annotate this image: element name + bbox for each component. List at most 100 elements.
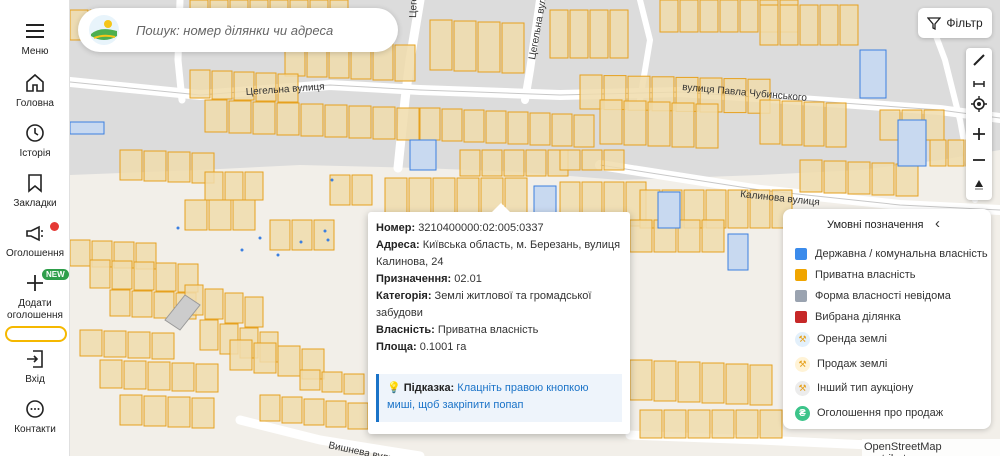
parcel[interactable] bbox=[191, 397, 215, 429]
parcel[interactable] bbox=[839, 4, 859, 46]
parcel[interactable] bbox=[735, 409, 759, 439]
parcel[interactable] bbox=[749, 364, 773, 406]
parcel[interactable] bbox=[276, 102, 300, 136]
parcel[interactable] bbox=[819, 4, 839, 46]
promo-pill[interactable] bbox=[5, 326, 67, 342]
parcel[interactable] bbox=[579, 74, 603, 110]
parcel[interactable] bbox=[79, 329, 103, 357]
parcel[interactable] bbox=[929, 139, 947, 167]
sidebar-item-history[interactable]: Історія bbox=[0, 122, 70, 160]
parcel[interactable] bbox=[99, 359, 123, 389]
locate-button[interactable] bbox=[966, 92, 992, 116]
parcel[interactable] bbox=[119, 149, 143, 181]
parcel[interactable] bbox=[441, 108, 463, 142]
parcel[interactable] bbox=[396, 107, 420, 141]
parcel[interactable] bbox=[372, 106, 396, 140]
parcel[interactable] bbox=[581, 149, 603, 171]
parcel[interactable] bbox=[351, 174, 373, 206]
parcel[interactable] bbox=[300, 103, 324, 137]
parcel[interactable] bbox=[573, 114, 595, 148]
parcel[interactable] bbox=[623, 100, 647, 146]
parcel[interactable] bbox=[529, 112, 551, 146]
parcel[interactable] bbox=[291, 219, 313, 251]
parcel[interactable] bbox=[171, 362, 195, 392]
parcel[interactable] bbox=[244, 296, 264, 328]
parcel[interactable] bbox=[229, 339, 253, 371]
parcel[interactable] bbox=[429, 19, 453, 71]
parcel[interactable] bbox=[127, 331, 151, 359]
parcel[interactable] bbox=[151, 332, 175, 360]
parcel[interactable] bbox=[244, 171, 264, 201]
parcel[interactable] bbox=[281, 396, 303, 424]
chevron-left-icon[interactable]: ‹ bbox=[935, 215, 940, 232]
parcel[interactable] bbox=[677, 361, 701, 403]
sidebar-item-menu[interactable]: Меню bbox=[0, 20, 70, 58]
parcel[interactable] bbox=[199, 319, 219, 351]
parcel[interactable] bbox=[639, 409, 663, 439]
parcel[interactable] bbox=[507, 111, 529, 145]
parcel[interactable] bbox=[781, 100, 803, 146]
parcel[interactable] bbox=[647, 101, 671, 147]
parcel[interactable] bbox=[419, 107, 441, 141]
parcel[interactable] bbox=[347, 402, 369, 430]
parcel[interactable] bbox=[324, 104, 348, 138]
parcel[interactable] bbox=[384, 177, 408, 215]
parcel[interactable] bbox=[224, 292, 244, 324]
parcel[interactable] bbox=[803, 101, 825, 147]
parcel[interactable] bbox=[453, 20, 477, 72]
parcel[interactable] bbox=[663, 409, 687, 439]
parcel[interactable] bbox=[408, 177, 432, 215]
parcel[interactable] bbox=[525, 149, 547, 177]
sidebar-item-home[interactable]: Головна bbox=[0, 72, 70, 110]
parcel[interactable] bbox=[232, 199, 256, 231]
parcel[interactable] bbox=[503, 149, 525, 177]
parcel[interactable] bbox=[321, 371, 343, 393]
parcel[interactable] bbox=[825, 102, 847, 148]
parcel[interactable] bbox=[759, 99, 781, 145]
parcel[interactable] bbox=[224, 171, 244, 201]
parcel[interactable] bbox=[481, 149, 503, 177]
parcel[interactable] bbox=[131, 290, 153, 318]
parcel[interactable] bbox=[559, 149, 581, 171]
parcel[interactable] bbox=[671, 102, 695, 148]
parcel[interactable] bbox=[204, 171, 224, 201]
parcel[interactable] bbox=[847, 161, 871, 195]
sidebar-item-login[interactable]: Вхід bbox=[0, 348, 70, 386]
parcel[interactable] bbox=[687, 409, 711, 439]
parcel[interactable] bbox=[653, 360, 677, 402]
parcel[interactable] bbox=[167, 396, 191, 428]
parcel[interactable] bbox=[109, 289, 131, 317]
parcel[interactable] bbox=[189, 69, 211, 99]
parcel[interactable] bbox=[208, 199, 232, 231]
parcel[interactable] bbox=[947, 139, 965, 167]
parcel[interactable] bbox=[432, 177, 456, 215]
compass-button[interactable] bbox=[966, 174, 992, 198]
parcel[interactable] bbox=[759, 4, 779, 46]
parcel[interactable] bbox=[739, 0, 759, 33]
sidebar-item-ads[interactable]: Оголошення bbox=[0, 222, 70, 260]
parcel[interactable] bbox=[325, 400, 347, 428]
parcel[interactable] bbox=[799, 159, 823, 193]
parcel[interactable] bbox=[485, 110, 507, 144]
parcel[interactable] bbox=[184, 199, 208, 231]
parcel[interactable] bbox=[679, 0, 699, 33]
parcel[interactable] bbox=[111, 260, 133, 290]
parcel[interactable] bbox=[477, 21, 501, 73]
parcel[interactable] bbox=[303, 398, 325, 426]
parcel[interactable] bbox=[549, 9, 569, 59]
zoom-out-button[interactable] bbox=[966, 148, 992, 172]
parcel[interactable] bbox=[394, 44, 416, 82]
parcel[interactable] bbox=[725, 363, 749, 405]
sidebar-item-add-ad[interactable]: NEW Додати оголошення bbox=[0, 269, 70, 322]
parcel[interactable] bbox=[923, 109, 945, 141]
parcel[interactable] bbox=[759, 409, 783, 439]
sidebar-item-bookmarks[interactable]: Закладки bbox=[0, 172, 70, 210]
parcel[interactable] bbox=[589, 9, 609, 59]
parcel[interactable] bbox=[695, 103, 719, 149]
parcel[interactable] bbox=[895, 163, 919, 197]
parcel[interactable] bbox=[204, 288, 224, 320]
parcel[interactable] bbox=[123, 360, 147, 390]
parcel[interactable] bbox=[155, 262, 177, 292]
parcel[interactable] bbox=[103, 330, 127, 358]
parcel[interactable] bbox=[551, 113, 573, 147]
